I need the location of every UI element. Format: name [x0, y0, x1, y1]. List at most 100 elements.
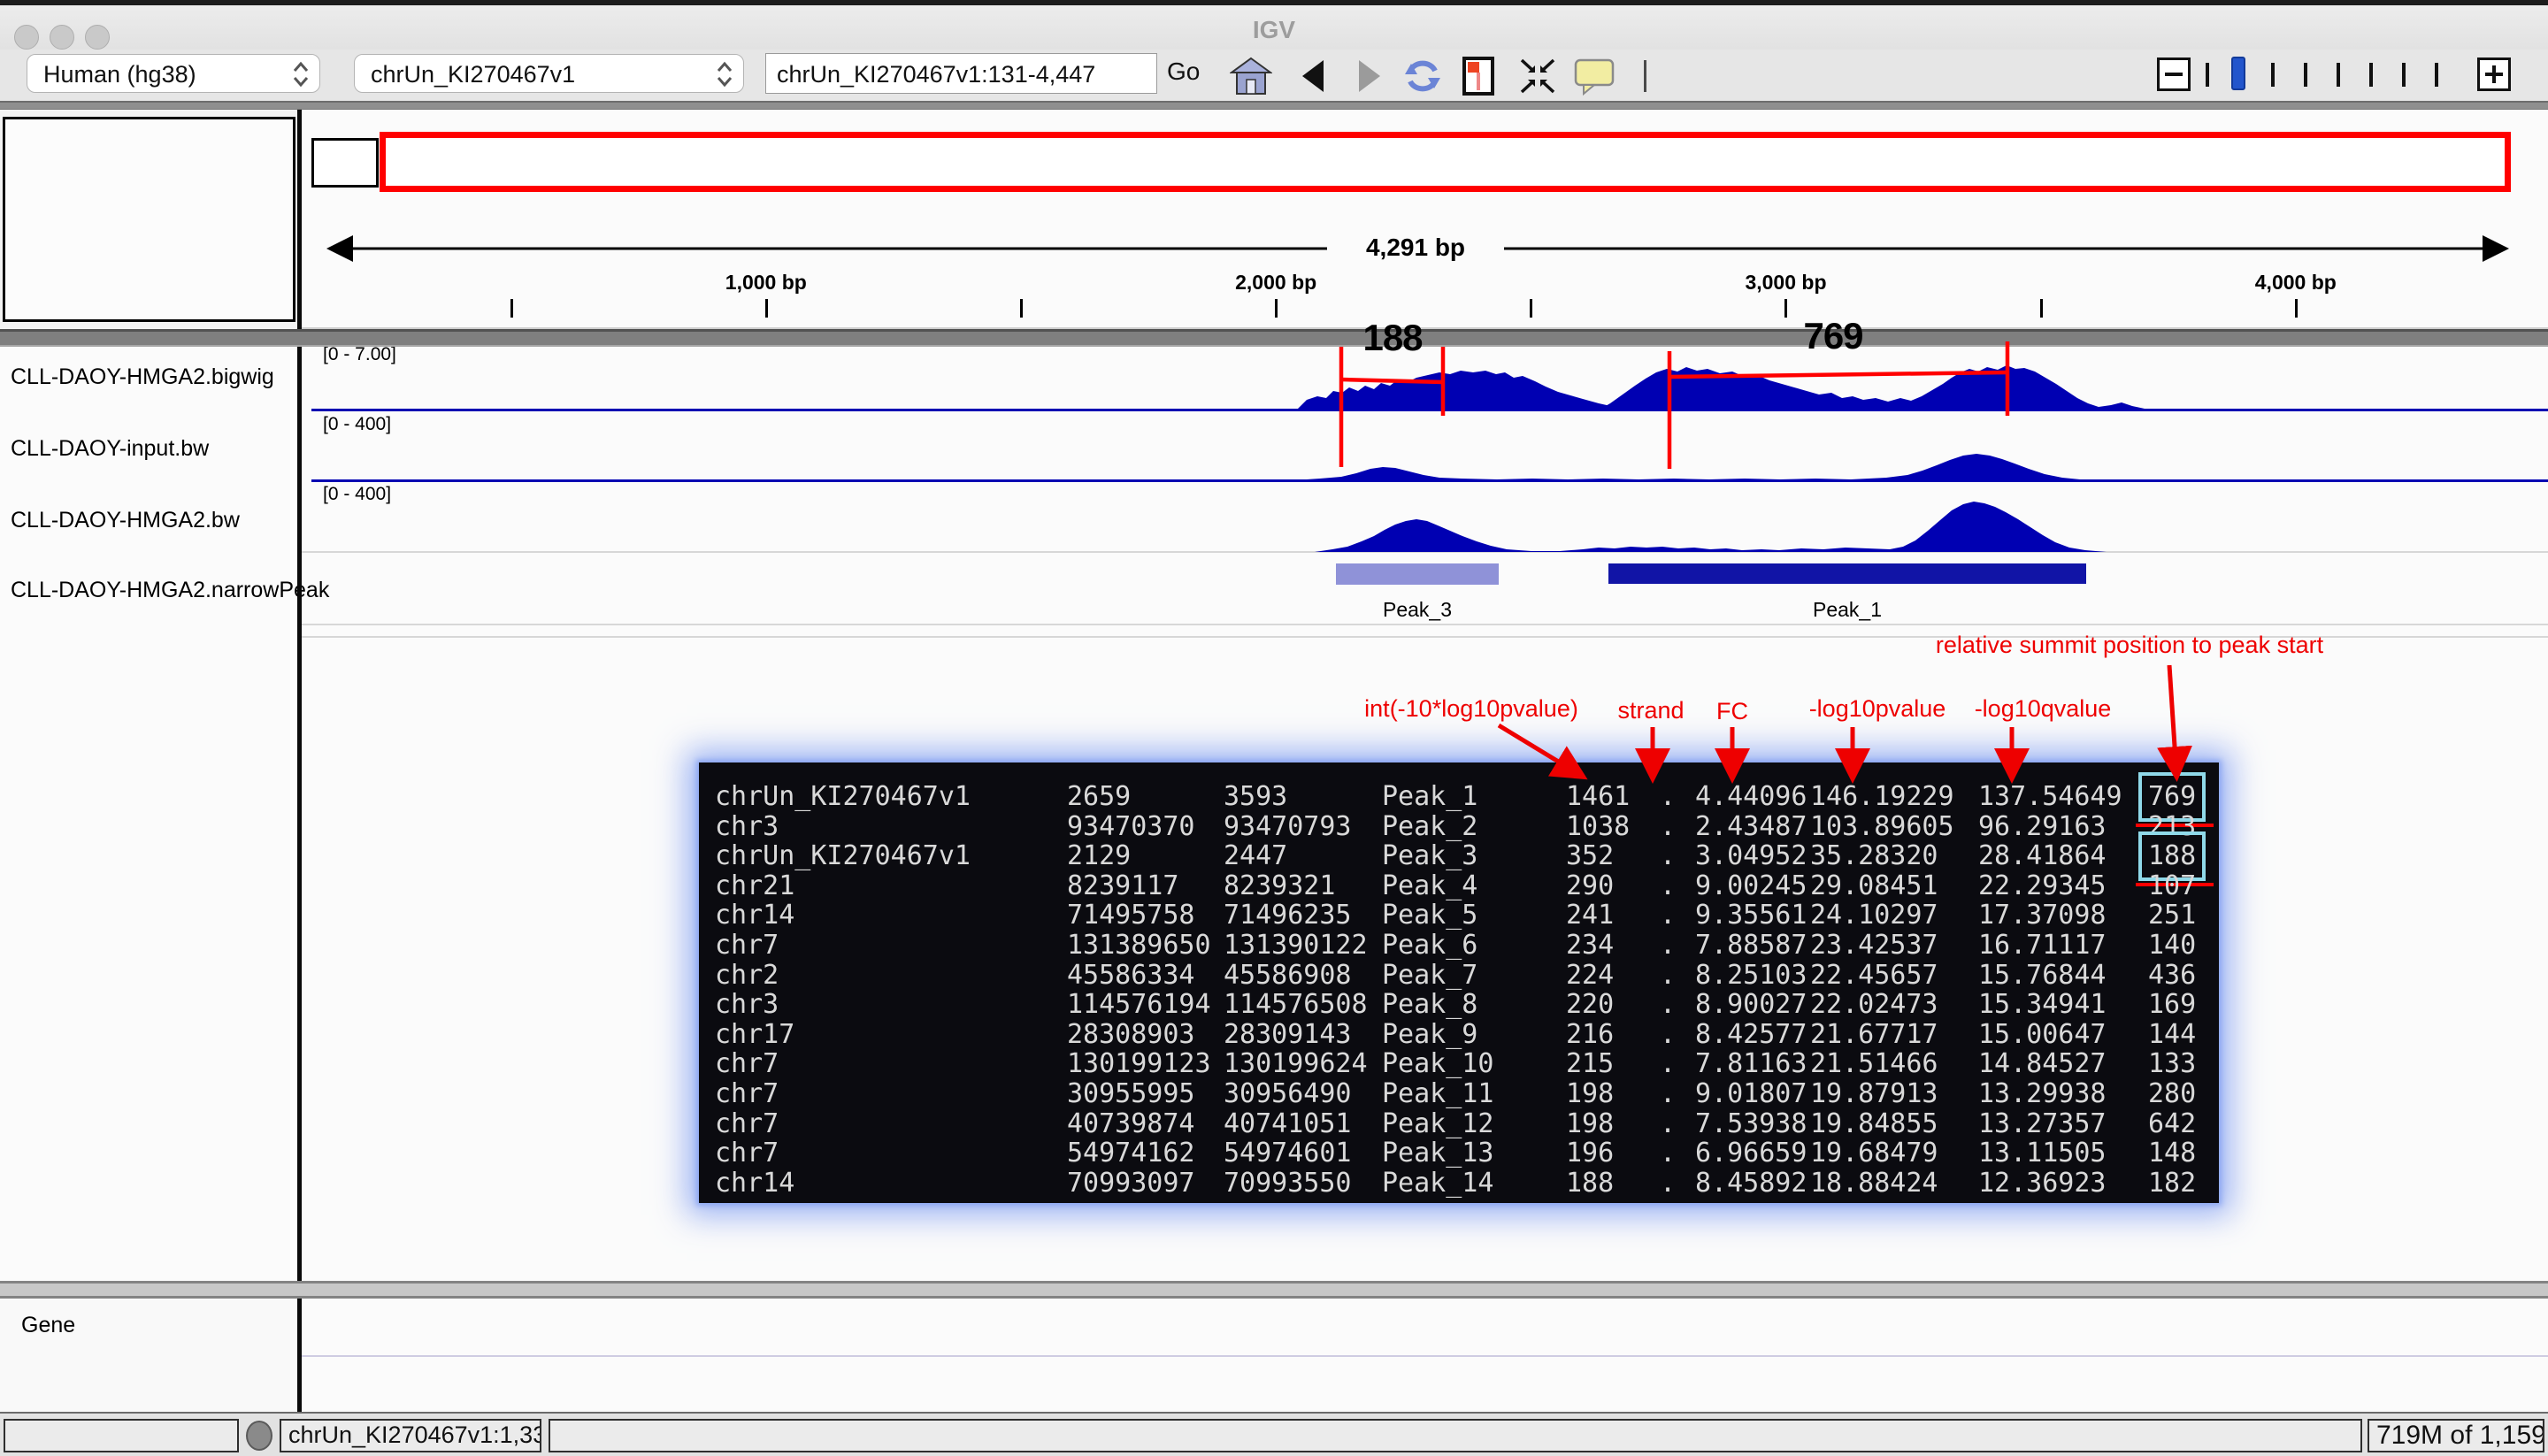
genome-select[interactable]: Human (hg38): [27, 54, 320, 93]
visible-region-outline[interactable]: [380, 132, 2511, 192]
window-title: IGV: [0, 16, 2548, 44]
table-cell: chr3: [715, 812, 779, 842]
table-cell: 220: [1566, 990, 1614, 1020]
table-cell: 2659: [1067, 782, 1131, 812]
table-row: chr7130199123130199624Peak_10215.7.81163…: [699, 1049, 2219, 1079]
zoom-out-button[interactable]: [2157, 57, 2191, 91]
peak3-width-measure: 188: [1362, 317, 1422, 359]
zoom-tick[interactable]: [2337, 63, 2340, 87]
locus-input[interactable]: chrUn_KI270467v1:131-4,447: [765, 53, 1157, 94]
table-cell: 224: [1566, 961, 1614, 991]
narrowpeak-bar-peak1[interactable]: [1608, 563, 2086, 584]
signal-track-hmga2-bw[interactable]: [311, 482, 2548, 553]
table-cell: 213: [2148, 812, 2196, 842]
signal-track-input[interactable]: [311, 413, 2548, 482]
chromosome-ideogram[interactable]: [311, 138, 379, 188]
table-cell: chr7: [715, 1138, 779, 1169]
table-cell: Peak_2: [1382, 812, 1477, 842]
signal-track-hmga2-bigwig[interactable]: [311, 347, 2548, 412]
status-locus-box: chrUn_KI270467v1:1,337: [280, 1419, 541, 1452]
visible-span-label: 4,291 bp: [1329, 234, 1502, 262]
table-cell: .: [1660, 1020, 1676, 1050]
table-cell: 107: [2148, 871, 2196, 901]
track-name-CLL-DAOY-input.bw[interactable]: CLL-DAOY-input.bw: [11, 436, 209, 462]
zoom-slider-thumb[interactable]: [2231, 57, 2245, 90]
table-cell: 71495758: [1067, 900, 1195, 931]
zoom-tick[interactable]: [2271, 63, 2275, 87]
table-cell: 188: [2148, 841, 2196, 871]
table-cell: 103.89605: [1810, 812, 1954, 842]
table-cell: 3593: [1224, 782, 1287, 812]
zoom-tick[interactable]: [2369, 63, 2373, 87]
table-cell: .: [1660, 1079, 1676, 1109]
sidebar-divider[interactable]: [297, 110, 302, 1281]
table-cell: Peak_13: [1382, 1138, 1493, 1169]
ruler-tick-label: 2,000 bp: [1235, 271, 1316, 295]
table-cell: 241: [1566, 900, 1614, 931]
zoom-in-button[interactable]: [2477, 57, 2511, 91]
track-name-CLL-DAOY-HMGA2.bw[interactable]: CLL-DAOY-HMGA2.bw: [11, 508, 240, 533]
table-cell: Peak_10: [1382, 1049, 1493, 1079]
table-cell: 14.84527: [1978, 1049, 2107, 1079]
main-toolbar: Human (hg38) chrUn_KI270467v1 chrUn_KI27…: [0, 50, 2548, 101]
zoom-tick[interactable]: [2304, 63, 2307, 87]
table-cell: 1461: [1566, 782, 1630, 812]
table-row: chr2182391178239321Peak_4290.9.0024529.0…: [699, 871, 2219, 901]
zoom-tick[interactable]: [2206, 63, 2209, 87]
zoom-tick[interactable]: [2402, 63, 2406, 87]
table-cell: 131390122: [1224, 931, 1368, 961]
ruler-tick: [1275, 299, 1278, 318]
table-cell: 30955995: [1067, 1079, 1195, 1109]
table-cell: 23.42537: [1810, 931, 1938, 961]
table-row: chr24558633445586908Peak_7224.8.2510322.…: [699, 961, 2219, 991]
back-arrow-icon[interactable]: [1293, 57, 1336, 96]
track-name-CLL-DAOY-HMGA2.bigwig[interactable]: CLL-DAOY-HMGA2.bigwig: [11, 364, 274, 390]
table-cell: 19.87913: [1810, 1079, 1938, 1109]
table-cell: Peak_12: [1382, 1109, 1493, 1139]
fit-to-window-icon[interactable]: [1516, 57, 1559, 96]
table-cell: 45586334: [1067, 961, 1195, 991]
peak3-label: Peak_3: [1383, 598, 1452, 622]
ruler-tick-label: 3,000 bp: [1745, 271, 1826, 295]
table-cell: 114576194: [1067, 990, 1211, 1020]
track-data-range: [0 - 400]: [323, 484, 391, 505]
table-cell: 251: [2148, 900, 2196, 931]
table-cell: chr14: [715, 1169, 794, 1199]
table-cell: Peak_1: [1382, 782, 1477, 812]
narrowpeak-bar-peak3[interactable]: [1336, 563, 1499, 585]
forward-arrow-icon[interactable]: [1347, 57, 1389, 96]
home-icon[interactable]: [1230, 57, 1272, 96]
table-cell: 2.43487: [1695, 812, 1807, 842]
table-cell: 137.54649: [1978, 782, 2122, 812]
table-cell: chr7: [715, 1049, 779, 1079]
table-row: chr73095599530956490Peak_11198.9.0180719…: [699, 1079, 2219, 1109]
track-separator-line: [302, 624, 2548, 625]
track-name-CLL-DAOY-HMGA2.narrowPeak[interactable]: CLL-DAOY-HMGA2.narrowPeak: [11, 578, 329, 603]
table-cell: .: [1660, 961, 1676, 991]
peak-table-screenshot: chrUn_KI270467v126593593Peak_11461.4.440…: [699, 762, 2219, 1203]
ruler-tick: [1784, 299, 1787, 318]
go-button[interactable]: Go: [1167, 57, 1200, 86]
summit-note-label: relative summit position to peak start: [1936, 632, 2323, 659]
table-cell: 2447: [1224, 841, 1287, 871]
igv-window: IGV Human (hg38) chrUn_KI270467v1 chrUn_…: [0, 0, 2548, 1456]
table-cell: 130199624: [1224, 1049, 1368, 1079]
gene-panel-splitter[interactable]: [0, 1281, 2548, 1299]
refresh-icon[interactable]: [1401, 57, 1444, 96]
chromosome-select[interactable]: chrUn_KI270467v1: [354, 54, 744, 93]
sidebar-divider[interactable]: [297, 1299, 302, 1412]
table-cell: Peak_5: [1382, 900, 1477, 931]
define-region-icon[interactable]: [1462, 57, 1495, 96]
zoom-tick[interactable]: [2435, 63, 2438, 87]
table-row: chr147099309770993550Peak_14188.8.458921…: [699, 1169, 2219, 1199]
table-cell: 16.71117: [1978, 931, 2107, 961]
panel-splitter[interactable]: [0, 329, 2548, 347]
tooltip-bubble-icon[interactable]: [1573, 57, 1616, 96]
table-cell: chr3: [715, 990, 779, 1020]
table-cell: 13.27357: [1978, 1109, 2107, 1139]
table-row: chr75497416254974601Peak_13196.6.9665919…: [699, 1138, 2219, 1169]
table-cell: 15.34941: [1978, 990, 2107, 1020]
table-cell: Peak_4: [1382, 871, 1477, 901]
toolbar-separator: [1644, 60, 1646, 92]
table-cell: 8239321: [1224, 871, 1335, 901]
